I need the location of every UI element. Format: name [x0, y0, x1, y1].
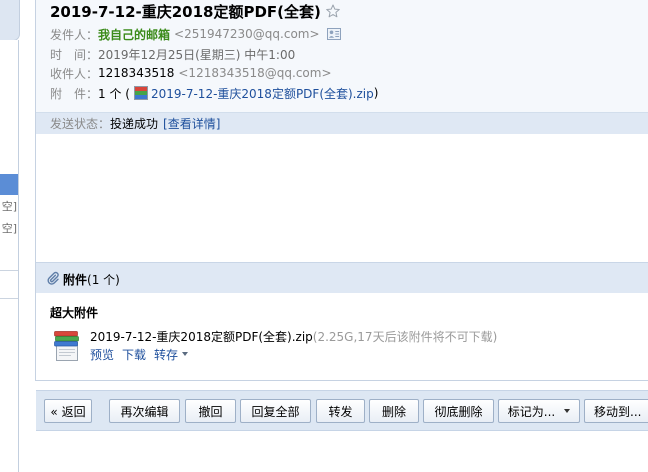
sidebar-header — [0, 0, 20, 41]
recipient-name[interactable]: 1218343518 — [98, 66, 174, 80]
paperclip-icon — [46, 271, 60, 285]
mail-header: 2019-7-12-重庆2018定额PDF(全套) 发件人： 我自己的邮箱 <2… — [36, 0, 648, 112]
status-label: 发送状态： — [50, 117, 111, 131]
delete-permanently-label: 彻底删除 — [434, 404, 483, 419]
sidebar-divider — [0, 298, 18, 299]
attachment-label: 附 件： — [50, 86, 99, 101]
edit-again-label: 再次编辑 — [120, 404, 169, 419]
move-to-label: 移动到... — [594, 404, 642, 419]
attachment-close-paren: ) — [373, 86, 379, 100]
zip-archive-icon[interactable] — [52, 330, 82, 362]
sidebar-divider — [0, 270, 18, 271]
sidebar-clear-link[interactable]: 空] — [2, 200, 17, 214]
mail-reader: 2019-7-12-重庆2018定额PDF(全套) 发件人： 我自己的邮箱 <2… — [35, 0, 648, 472]
delete-button[interactable]: 删除 — [369, 399, 419, 423]
attachment-file-info: (2.25G,17天后该附件将不可下载) — [312, 329, 498, 344]
attachments-title: 附件 (1 个) — [63, 271, 120, 287]
mail-toolbar: « 返回 再次编辑 撤回 回复全部 转发 删除 彻底删除 标记为... 移动到.… — [36, 390, 648, 431]
attachment-row: 附 件： 1 个 ( 2019-7-12-重庆2018定额PDF(全套).zip… — [50, 83, 378, 103]
attachment-item: 2019-7-12-重庆2018定额PDF(全套).zip (2.25G,17天… — [90, 328, 498, 345]
recall-button[interactable]: 撤回 — [185, 399, 236, 423]
delete-label: 删除 — [381, 404, 406, 419]
attachment-file-link[interactable]: 2019-7-12-重庆2018定额PDF(全套).zip — [151, 85, 374, 102]
forward-button[interactable]: 转发 — [316, 399, 365, 423]
contact-card-icon[interactable] — [326, 28, 341, 40]
caret-down-icon — [564, 409, 571, 413]
forward-label: 转发 — [328, 404, 353, 419]
back-button[interactable]: « 返回 — [44, 399, 92, 423]
sent-time: 2019年12月25日(星期三) 中午1:00 — [98, 47, 296, 62]
time-label: 时 间： — [50, 47, 99, 62]
from-label: 发件人： — [50, 27, 99, 42]
back-button-label: « 返回 — [50, 404, 86, 419]
recall-label: 撤回 — [198, 404, 223, 419]
mark-as-label: 标记为... — [507, 404, 556, 419]
caret-down-icon[interactable] — [182, 352, 189, 356]
subject-row: 2019-7-12-重庆2018定额PDF(全套) — [50, 1, 340, 21]
attachments-header: 附件 (1 个) — [36, 262, 648, 293]
attachments-list: 超大附件 2019-7-12-重庆2018定额PDF(全套).zip (2.25… — [36, 293, 648, 381]
sidebar-item-selected[interactable] — [0, 174, 18, 195]
time-row: 时 间： 2019年12月25日(星期三) 中午1:00 — [50, 44, 295, 64]
to-label: 收件人： — [50, 66, 99, 81]
from-row: 发件人： 我自己的邮箱 <251947230@qq.com> — [50, 24, 341, 44]
reply-all-button[interactable]: 回复全部 — [240, 399, 311, 423]
preview-link[interactable]: 预览 — [90, 346, 114, 363]
edit-again-button[interactable]: 再次编辑 — [109, 399, 180, 423]
recipient-email: <1218343518@qq.com> — [178, 66, 332, 80]
download-link[interactable]: 下载 — [122, 346, 146, 363]
attachments-title-text: 附件 — [63, 272, 88, 287]
status-value: 投递成功 — [110, 117, 159, 131]
sidebar-clear-link[interactable]: 空] — [2, 222, 17, 236]
to-row: 收件人： 1218343518 <1218343518@qq.com> — [50, 63, 332, 83]
star-icon[interactable] — [326, 4, 340, 18]
reply-all-label: 回复全部 — [251, 404, 300, 419]
delete-permanently-button[interactable]: 彻底删除 — [423, 399, 494, 423]
attachment-count: 1 个 ( — [98, 86, 130, 101]
save-to-link[interactable]: 转存 — [154, 346, 178, 363]
folder-sidebar: 空] 空] — [0, 40, 19, 472]
delivery-status-bar: 发送状态： 投递成功 [查看详情] — [36, 112, 648, 134]
attachment-file-name[interactable]: 2019-7-12-重庆2018定额PDF(全套).zip — [90, 328, 313, 345]
attachment-actions: 预览 下载 转存 — [90, 346, 189, 363]
zip-archive-icon — [133, 86, 148, 100]
sender-name[interactable]: 我自己的邮箱 — [98, 26, 170, 43]
attachments-count: (1 个) — [87, 272, 120, 287]
large-attachment-label: 超大附件 — [50, 306, 99, 320]
status-details-link[interactable]: [查看详情] — [163, 115, 220, 132]
move-to-button[interactable]: 移动到... — [584, 399, 648, 423]
sender-email: <251947230@qq.com> — [174, 27, 320, 41]
mark-as-button[interactable]: 标记为... — [498, 399, 580, 423]
mail-subject: 2019-7-12-重庆2018定额PDF(全套) — [50, 2, 321, 21]
